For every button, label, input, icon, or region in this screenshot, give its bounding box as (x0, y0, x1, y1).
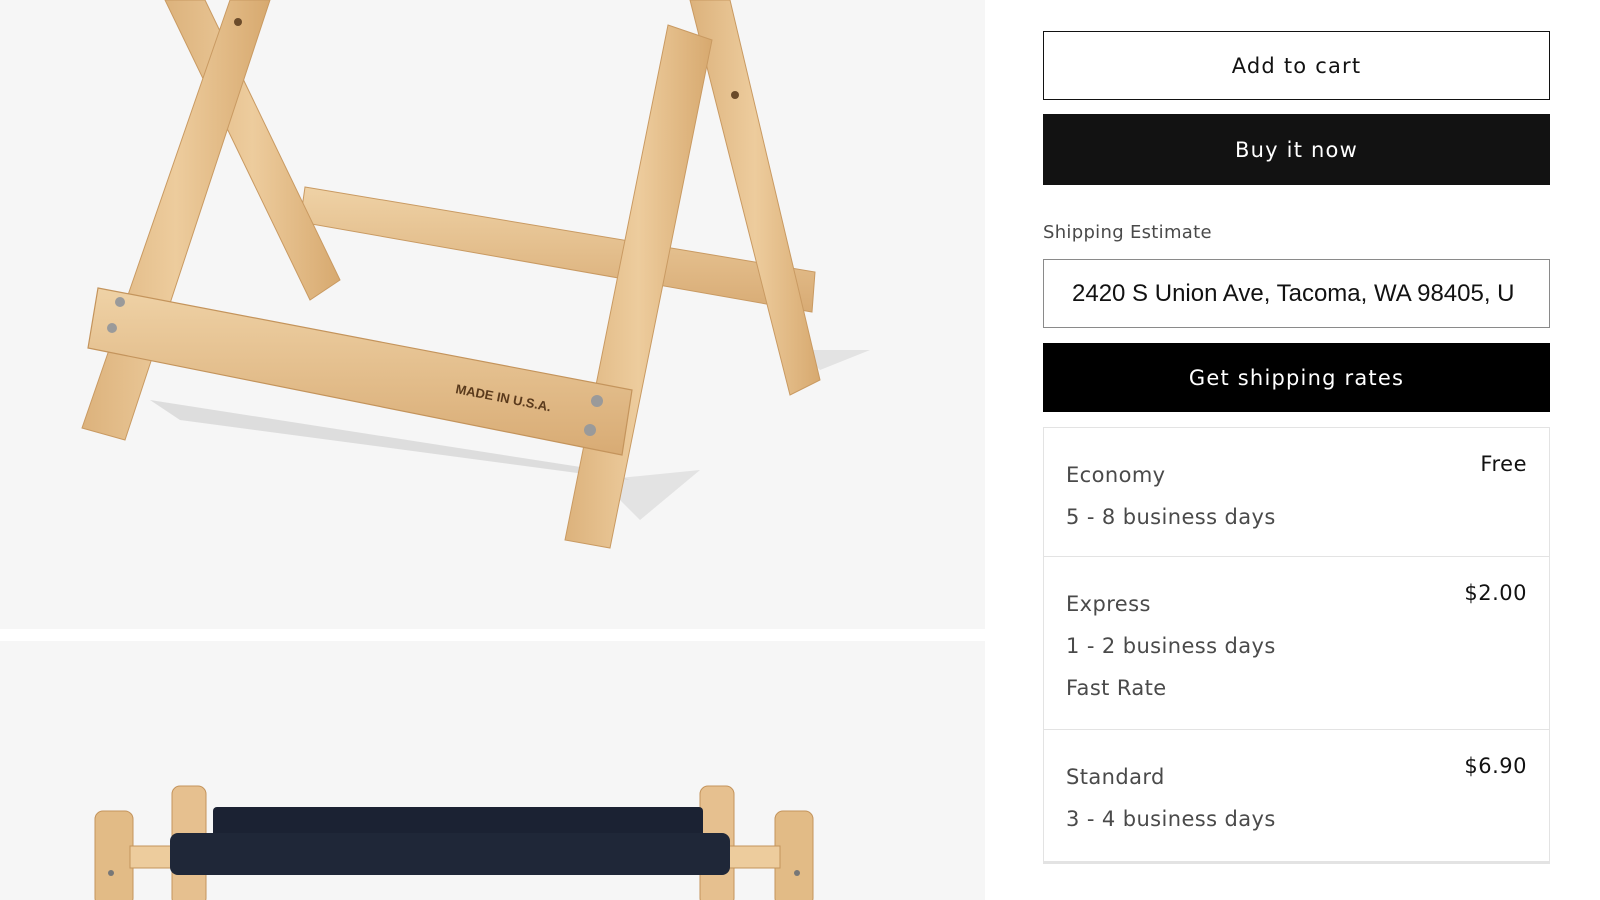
rate-delivery-time: 3 - 4 business days (1066, 807, 1276, 831)
buy-it-now-button[interactable]: Buy it now (1043, 114, 1550, 185)
shipping-address-input[interactable]: 2420 S Union Ave, Tacoma, WA 98405, U (1043, 259, 1550, 328)
get-shipping-rates-button[interactable]: Get shipping rates (1043, 343, 1550, 412)
rate-price: $2.00 (1464, 581, 1527, 605)
rate-name: Express (1066, 592, 1151, 616)
stool-top-illustration (94, 785, 814, 900)
shipping-estimate-label: Shipping Estimate (1043, 222, 1212, 243)
rate-name: Standard (1066, 765, 1165, 789)
rate-price: Free (1480, 452, 1527, 476)
shipping-rates-list: Economy 5 - 8 business days Free Express… (1043, 427, 1550, 864)
shipping-rate-economy: Economy 5 - 8 business days Free (1044, 428, 1549, 557)
shipping-rate-express: Express 1 - 2 business days Fast Rate $2… (1044, 557, 1549, 730)
product-image-folding-stool-frame[interactable]: MADE IN U.S.A. (0, 0, 985, 629)
add-to-cart-button[interactable]: Add to cart (1043, 31, 1550, 100)
rate-price: $6.90 (1464, 754, 1527, 778)
product-image-folding-stool-top[interactable] (0, 641, 985, 900)
rate-delivery-time: 5 - 8 business days (1066, 505, 1276, 529)
rate-delivery-time: 1 - 2 business days (1066, 634, 1276, 658)
product-buy-panel: Add to cart Buy it now Shipping Estimate… (1043, 0, 1550, 900)
rate-note: Fast Rate (1066, 676, 1167, 700)
product-gallery: MADE IN U.S.A. (0, 0, 985, 900)
shipping-rate-standard: Standard 3 - 4 business days $6.90 (1044, 730, 1549, 861)
stool-frame-illustration: MADE IN U.S.A. (81, 0, 870, 549)
rate-name: Economy (1066, 463, 1166, 487)
